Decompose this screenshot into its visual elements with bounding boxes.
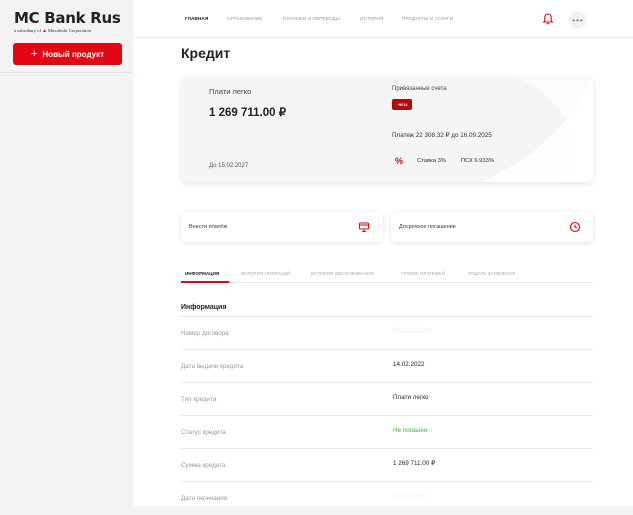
- plus-icon: +: [30, 48, 38, 60]
- make-payment-button[interactable]: Внести платёж: [181, 212, 383, 242]
- active-tab-indicator: [181, 281, 229, 283]
- info-row-end-date: Дата окончания 00.00.0000: [181, 482, 593, 515]
- nav-item-insurance[interactable]: Страхование: [227, 17, 262, 22]
- notification-bell-icon[interactable]: [541, 12, 555, 26]
- clock-icon: [569, 221, 581, 233]
- tab-information[interactable]: Информация: [185, 271, 219, 276]
- tab-submit-application[interactable]: Подать заявление: [468, 271, 516, 276]
- status-badge: Не погашен: [393, 427, 428, 434]
- info-section-title: Информация: [181, 304, 227, 311]
- info-row-label: Сумма кредита: [181, 462, 226, 469]
- make-payment-label: Внести платёж: [189, 224, 228, 230]
- new-product-label: Новый продукт: [42, 49, 105, 59]
- payment-terminal-icon: [359, 222, 369, 232]
- info-row-issue-date: Дата выдачи кредита 14.02.2022: [181, 350, 593, 383]
- tab-service-history[interactable]: История обслуживания: [311, 271, 374, 276]
- info-row-label: Дата окончания: [181, 495, 228, 502]
- sidebar-divider: [0, 72, 133, 73]
- nav-item-home[interactable]: Главная: [185, 17, 208, 22]
- info-row-label: Дата выдачи кредита: [181, 363, 244, 370]
- logo[interactable]: MC Bank Rus a subsidiary of ▲ Mitsubishi…: [14, 9, 121, 33]
- top-navigation: Главная Страхование Платежи и переводы И…: [133, 0, 633, 38]
- early-repayment-label: Досрочное погашение: [399, 224, 456, 230]
- info-row-credit-amount: Сумма кредита 1 269 711.00 ₽: [181, 449, 593, 482]
- nav-item-products[interactable]: Продукты и услуги: [402, 17, 453, 22]
- percent-icon: %: [395, 156, 404, 166]
- credit-tabs: Информация История операций История обсл…: [181, 265, 593, 283]
- tab-payment-schedule[interactable]: График платежей: [401, 271, 445, 276]
- more-menu-button[interactable]: •••: [569, 11, 587, 29]
- mitsubishi-mark-icon: ▲: [42, 28, 47, 33]
- logo-subtitle: a subsidiary of ▲ Mitsubishi Corporation: [14, 28, 120, 33]
- nav-item-history[interactable]: История: [360, 17, 383, 22]
- info-row-label: Номер договора: [181, 330, 229, 337]
- info-row-credit-status: Статус кредита Не погашен: [181, 416, 593, 449]
- credit-name: Плати легко: [209, 87, 252, 96]
- logo-subtitle-corp: Mitsubishi Corporation: [47, 28, 91, 33]
- tab-operations-history[interactable]: История операций: [241, 271, 290, 276]
- info-row-contract-number: Номер договора 00000000000: [181, 317, 593, 350]
- credit-amount: 1 269 711.00 ₽: [209, 107, 287, 119]
- new-product-button[interactable]: + Новый продукт: [13, 43, 122, 65]
- info-row-credit-type: Тип кредита Плати легко: [181, 383, 593, 416]
- full-credit-cost: ПСК 6.933%: [461, 158, 495, 164]
- next-payment-text: Платеж 22 308.32 ₽ до 16.09.2025: [392, 132, 492, 139]
- info-row-value: 1 269 711.00 ₽: [393, 460, 436, 467]
- nav-item-payments[interactable]: Платежи и переводы: [283, 17, 340, 22]
- info-row-label: Статус кредита: [181, 429, 226, 436]
- credit-end-date: До 15.02.2027: [209, 163, 249, 169]
- info-row-label: Тип кредита: [181, 396, 217, 403]
- logo-title: MC Bank Rus: [14, 9, 121, 27]
- interest-rate: Ставка 3%: [417, 158, 446, 164]
- info-row-value: 00.00.0000: [393, 493, 425, 500]
- sidebar: MC Bank Rus a subsidiary of ▲ Mitsubishi…: [0, 0, 133, 506]
- linked-account-chip[interactable]: ··9014: [392, 99, 412, 110]
- info-row-value: Плати легко: [393, 394, 429, 401]
- page-title: Кредит: [181, 45, 231, 61]
- main-content: Главная Страхование Платежи и переводы И…: [133, 0, 633, 506]
- early-repayment-button[interactable]: Досрочное погашение: [391, 212, 593, 242]
- linked-accounts-label: Привязанные счета: [392, 86, 447, 92]
- logo-subtitle-prefix: a subsidiary of: [14, 28, 42, 33]
- info-row-value: 14.02.2022: [393, 361, 425, 368]
- credit-card-summary[interactable]: Плати легко 1 269 711.00 ₽ До 15.02.2027…: [181, 76, 593, 182]
- info-row-value: 00000000000: [393, 328, 432, 335]
